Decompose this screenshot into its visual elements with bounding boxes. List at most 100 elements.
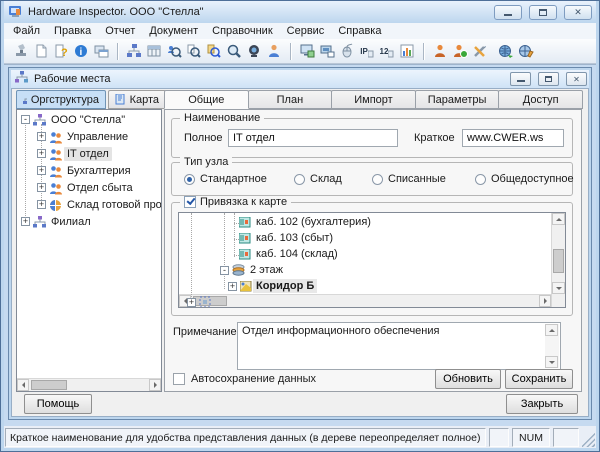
short-name-label: Краткое (414, 132, 455, 144)
expand-icon[interactable]: + (21, 217, 30, 226)
scroll-down-button[interactable] (545, 356, 558, 368)
tree-item-label: Управление (64, 130, 131, 144)
tree-item-buhgalteria[interactable]: + Бухгалтерия (17, 163, 161, 180)
windows-icon[interactable] (91, 41, 111, 61)
full-name-input[interactable] (228, 129, 398, 147)
resize-grip[interactable] (582, 428, 595, 447)
short-name-input[interactable] (462, 129, 564, 147)
tab-parameters[interactable]: Параметры (415, 90, 500, 109)
hscroll-thumb[interactable] (31, 380, 67, 390)
menu-help[interactable]: Справка (331, 24, 388, 38)
tree-item-label: Отдел сбыта (64, 181, 136, 195)
search-doc-icon[interactable] (204, 41, 224, 61)
autosave-checkbox-row[interactable]: Автосохранение данных (173, 373, 316, 385)
globe-edit-icon[interactable] (516, 41, 536, 61)
sitemap-icon[interactable] (124, 41, 144, 61)
map-binding-checkbox[interactable] (184, 196, 196, 208)
tab-map[interactable]: Карта (108, 90, 166, 109)
table-icon[interactable] (144, 41, 164, 61)
title-bar[interactable]: Hardware Inspector. ООО "Стелла" ✕ (4, 1, 596, 23)
monitor-icon[interactable] (297, 41, 317, 61)
menu-service[interactable]: Сервис (280, 24, 332, 38)
scroll-right-button[interactable] (149, 379, 161, 391)
number-12-icon[interactable]: 12 (377, 41, 397, 61)
stamp-icon[interactable] (11, 41, 31, 61)
user-online-icon[interactable] (450, 41, 470, 61)
scroll-down-button[interactable] (552, 282, 565, 294)
help-button[interactable]: Помощь (24, 394, 92, 414)
chart-icon[interactable] (397, 41, 417, 61)
document-question-icon[interactable]: ? (51, 41, 71, 61)
menu-file[interactable]: Файл (6, 24, 47, 38)
expand-icon[interactable]: + (37, 149, 46, 158)
mouse-icon[interactable] (337, 41, 357, 61)
monitor-disk-icon[interactable] (317, 41, 337, 61)
menu-document[interactable]: Документ (142, 24, 205, 38)
tab-orgstructure[interactable]: Оргструктура (16, 90, 106, 109)
document-icon[interactable] (31, 41, 51, 61)
webcam-icon[interactable] (244, 41, 264, 61)
close-window-button[interactable]: Закрыть (506, 394, 578, 414)
vscroll-thumb[interactable] (553, 249, 564, 273)
workplaces-window: Рабочие места ✕ Оргструктура Карта (8, 67, 592, 420)
mdi-minimize-button[interactable] (510, 72, 531, 86)
tree-item-upravlenie[interactable]: + Управление (17, 129, 161, 146)
menu-report[interactable]: Отчет (98, 24, 142, 38)
expand-icon[interactable]: + (228, 282, 237, 291)
tools-icon[interactable] (470, 41, 490, 61)
tab-plan[interactable]: План (248, 90, 333, 109)
scroll-up-button[interactable] (545, 324, 558, 336)
org-tree-hscrollbar[interactable] (17, 378, 161, 391)
warehouse-icon (49, 199, 62, 215)
radio-warehouse[interactable]: Склад (294, 173, 342, 185)
tree-item-filial[interactable]: + Филиал (17, 214, 161, 231)
tree-item-sklad[interactable]: + Склад готовой проду (17, 197, 161, 214)
refresh-button-label: Обновить (443, 373, 493, 385)
expand-icon[interactable]: + (37, 166, 46, 175)
save-button[interactable]: Сохранить (505, 369, 573, 389)
detail-tabs: Общие План Импорт Параметры Доступ (164, 90, 582, 109)
refresh-button[interactable]: Обновить (435, 369, 501, 389)
mdi-restore-button[interactable] (538, 72, 559, 86)
note-textarea[interactable]: Отдел информационного обеспечения (237, 322, 561, 370)
note-scrollbar[interactable] (545, 324, 559, 368)
menu-edit[interactable]: Правка (47, 24, 98, 38)
ip-icon[interactable]: IP (357, 41, 377, 61)
minimize-button[interactable] (494, 5, 522, 20)
magnifier-icon[interactable] (224, 41, 244, 61)
map-tree-vscrollbar[interactable] (551, 213, 565, 307)
tree-item-otdel-sbyta[interactable]: + Отдел сбыта (17, 180, 161, 197)
radio-public[interactable]: Общедоступное (475, 173, 574, 185)
mdi-close-button[interactable]: ✕ (566, 72, 587, 86)
globe-sync-icon[interactable] (496, 41, 516, 61)
expand-icon[interactable]: + (37, 200, 46, 209)
collapse-icon[interactable]: - (220, 266, 229, 275)
scroll-left-button[interactable] (17, 379, 29, 391)
radio-standard[interactable]: Стандартное (184, 173, 267, 185)
expand-icon[interactable]: + (187, 298, 196, 307)
radio-writtenoff[interactable]: Списанные (372, 173, 446, 185)
user-icon[interactable] (264, 41, 284, 61)
maximize-button[interactable] (529, 5, 557, 20)
tab-general[interactable]: Общие (164, 90, 249, 109)
tab-import[interactable]: Импорт (331, 90, 416, 109)
tab-access[interactable]: Доступ (498, 90, 583, 109)
collapse-icon[interactable]: - (21, 115, 30, 124)
autosave-checkbox[interactable] (173, 373, 185, 385)
map-tree-hscrollbar[interactable] (179, 294, 551, 307)
close-button[interactable]: ✕ (564, 5, 592, 20)
map-item-corridor-b[interactable]: + Коридор Б (179, 279, 551, 295)
scroll-right-button[interactable] (539, 295, 551, 307)
scroll-up-button[interactable] (552, 213, 565, 225)
map-item-floor2[interactable]: - 2 этаж (179, 263, 551, 279)
expand-icon[interactable]: + (37, 132, 46, 141)
tree-item-it-otdel[interactable]: + IT отдел (17, 146, 161, 163)
user-orange-icon[interactable] (430, 41, 450, 61)
workplaces-title-bar[interactable]: Рабочие места ✕ (11, 70, 589, 88)
tree-item-stella[interactable]: - ООО "Стелла" (17, 112, 161, 129)
search-user-icon[interactable] (164, 41, 184, 61)
search-edit-icon[interactable] (184, 41, 204, 61)
info-icon[interactable]: i (71, 41, 91, 61)
expand-icon[interactable]: + (37, 183, 46, 192)
menu-reference[interactable]: Справочник (205, 24, 280, 38)
